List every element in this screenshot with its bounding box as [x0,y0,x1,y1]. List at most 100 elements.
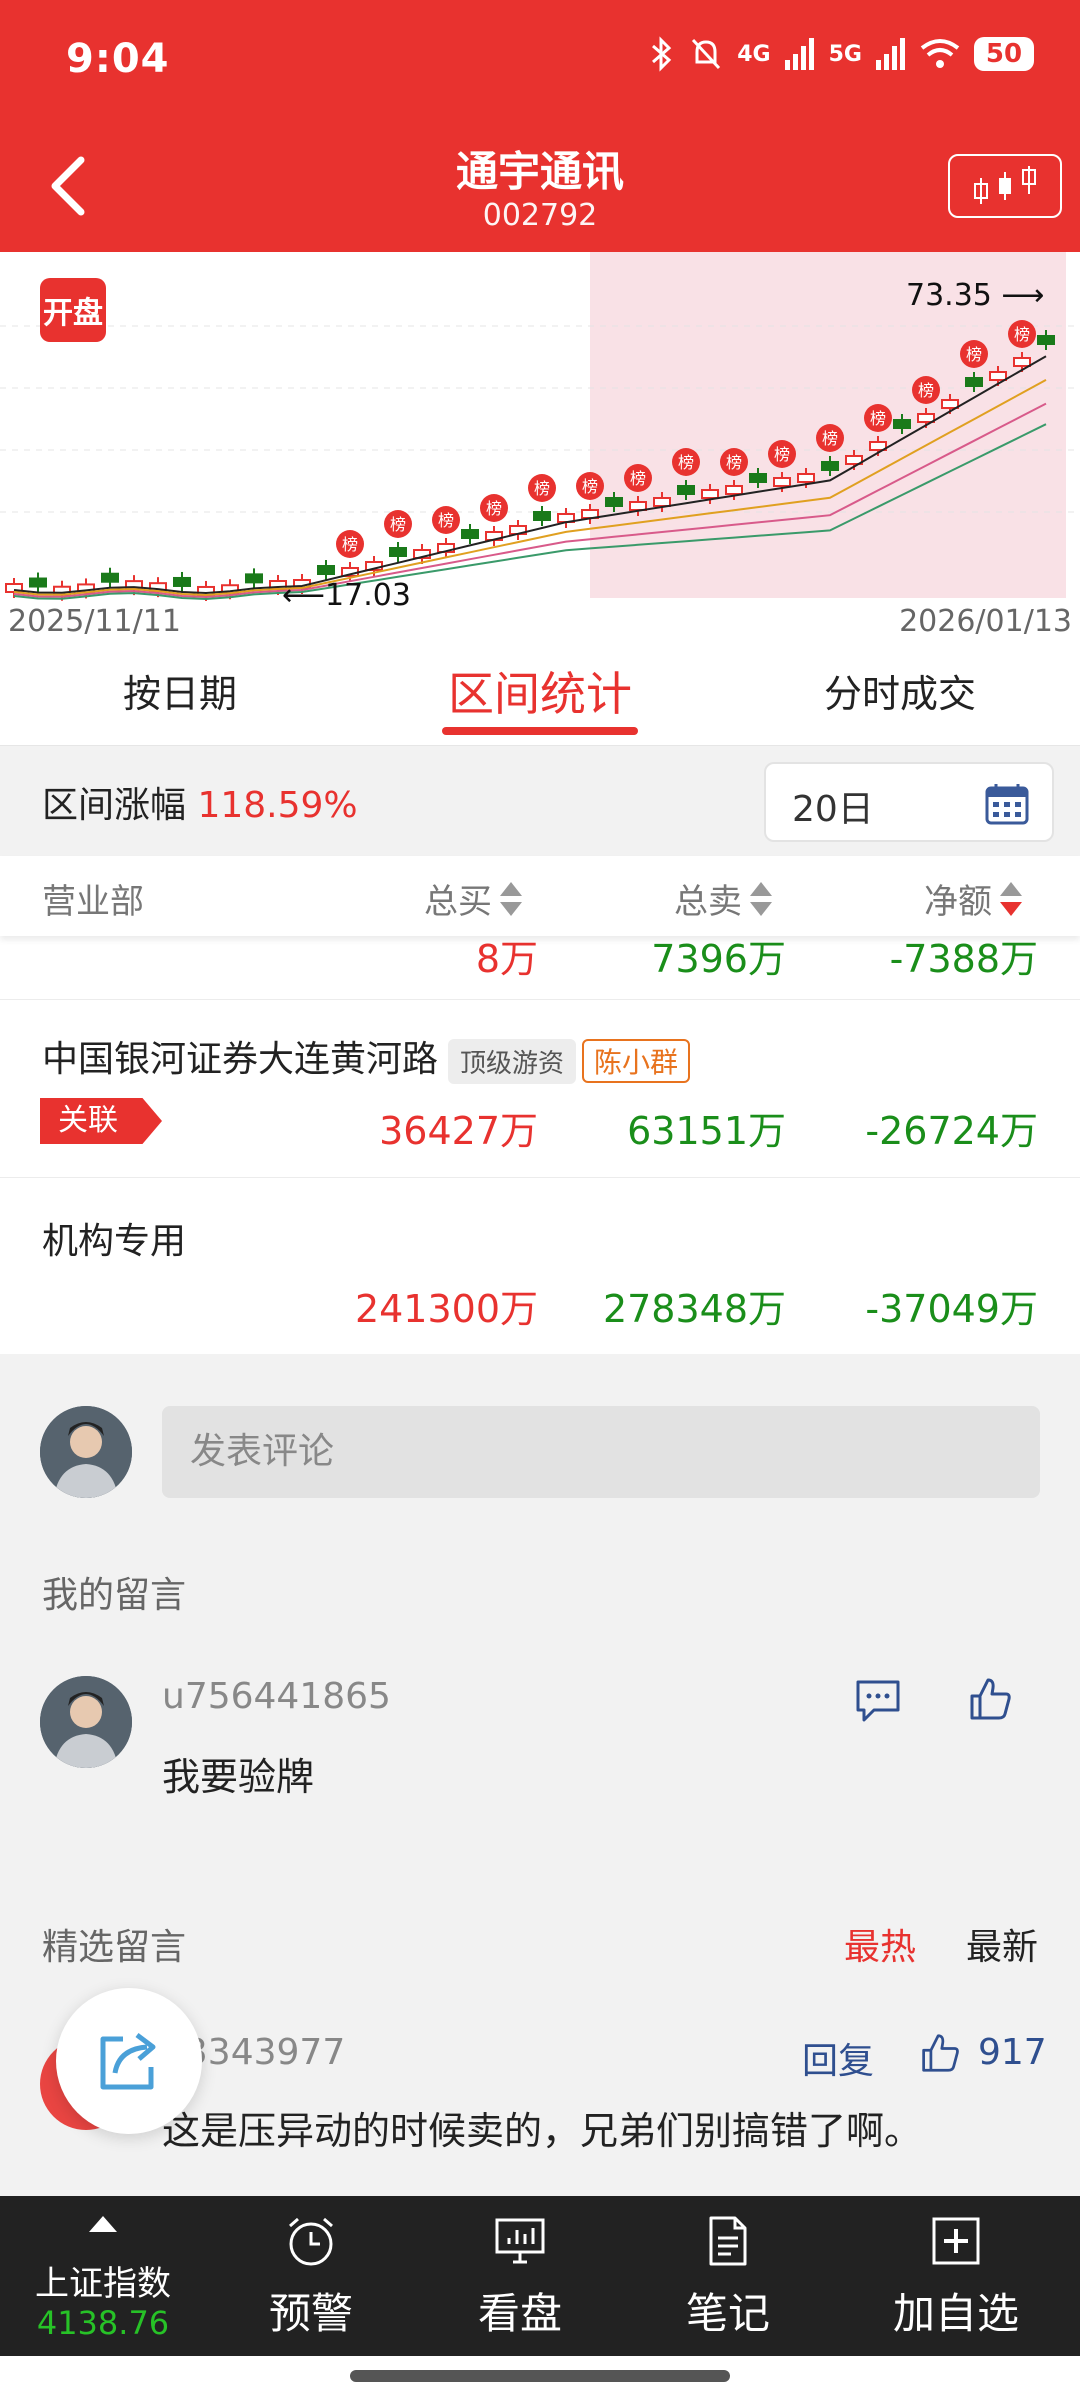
user-avatar-icon [40,1676,132,1768]
col-sell[interactable]: 总卖 [674,874,772,923]
rank-marker-label: 榜 [1014,325,1030,344]
rank-marker-label: 榜 [486,499,502,518]
table-row[interactable]: 中国银河证券大连黄河路 顶级游资 陈小群 关联 36427万 63151万 -267… [0,1000,1080,1178]
low-price-label: ⟵17.03 [282,578,411,613]
candle-body [653,497,671,507]
battery-indicator: 50 [974,37,1034,71]
candle-body [941,399,959,409]
candle-body [245,573,263,584]
alarm-clock-icon [289,2217,333,2266]
tab-time-trades[interactable]: 分时成交 [720,642,1080,745]
candle-body [1037,335,1055,345]
network-5g-label: 5G [828,41,862,67]
my-comments-title: 我的留言 [42,1575,187,1616]
end-date: 2026/01/13 [899,604,1072,639]
candle-body [101,572,119,583]
network-4g-label: 4G [737,41,771,67]
range-summary: 区间涨幅 118.59% 20日 [0,746,1080,856]
candle-body [677,485,695,495]
tab-range-stats[interactable]: 区间统计 [360,642,720,745]
candle-body [461,529,479,539]
buy-cell: 36427万 [379,1109,538,1153]
open-badge: 开盘 [40,278,106,342]
sort-new-button[interactable]: 最新 [966,1918,1038,1970]
candle-body [725,485,743,495]
avatar[interactable] [40,1676,132,1768]
table-header: 营业部 总买 总卖 净额 [0,856,1080,936]
rank-marker-label: 榜 [966,345,982,364]
comment-username[interactable]: u756441865 [162,1676,391,1717]
index-ticker[interactable]: 上证指数 4138.76 [0,2196,206,2356]
reply-button[interactable]: 回复 [802,2032,874,2084]
system-gesture-area [0,2356,1080,2400]
like-icon[interactable] [968,1676,1012,1722]
wifi-icon [920,39,960,68]
like-count: 917 [978,2032,1047,2073]
dept-name: 中国银河证券大连黄河路 顶级游资 陈小群 [42,1030,691,1084]
candle-body [797,473,815,483]
range-period-select[interactable]: 20日 [764,762,1054,842]
net-cell: -26724万 [865,1109,1038,1153]
rank-marker-label: 榜 [726,453,742,472]
avatar[interactable] [40,1406,132,1498]
rank-marker-label: 榜 [534,479,550,498]
candle-body [749,473,767,483]
range-change-label: 区间涨幅 118.59% [42,785,358,826]
signal-icon-2 [876,38,905,70]
nav-add-watchlist[interactable]: 加自选 [832,2196,1080,2356]
stock-code: 002792 [482,198,598,233]
rank-marker-label: 榜 [918,381,934,400]
top-bar: 9:04 4G 5G 50 通宇通讯 002792 [0,0,1080,252]
seat-table: 8万 7396万 -7388万 中国银河证券大连黄河路 顶级游资 陈小群 关联 36… [0,936,1080,1354]
rank-marker-label: 榜 [630,469,646,488]
trader-name-tag[interactable]: 陈小群 [582,1039,691,1083]
share-float-button[interactable] [56,1988,202,2134]
col-dept: 营业部 [42,882,144,922]
candle-body [893,419,911,429]
index-name: 上证指数 [35,2264,171,2304]
sort-hot-button[interactable]: 最热 [844,1918,916,1970]
candle-body [821,461,839,471]
reply-icon[interactable] [854,1678,902,1724]
home-indicator[interactable] [350,2370,730,2382]
candle-body [173,576,191,587]
col-net[interactable]: 净额 [924,874,1022,923]
col-buy[interactable]: 总买 [424,874,522,923]
nav-notes[interactable]: 笔记 [624,2196,832,2356]
sort-desc-icon [1000,881,1022,916]
add-square-icon [932,2217,980,2265]
like-icon[interactable] [920,2032,960,2074]
price-chart[interactable]: 榜榜榜榜榜榜榜榜榜榜榜榜榜榜榜 开盘 73.35 ⟶ ⟵17.03 2025/1… [0,252,1080,642]
nav-alert[interactable]: 预警 [206,2196,416,2356]
buy-cell: 8万 [475,937,538,981]
kline-toggle-button[interactable] [948,154,1062,218]
related-tag[interactable]: 关联 [40,1098,162,1144]
table-row[interactable]: 8万 7396万 -7388万 [0,936,1080,1000]
rank-marker-label: 榜 [390,515,406,534]
candle-body [605,497,623,507]
rank-marker-label: 榜 [678,453,694,472]
candle-body [317,565,335,575]
buy-cell: 241300万 [354,1287,538,1331]
start-date: 2025/11/11 [8,604,181,639]
candle-body [533,511,551,521]
expand-up-icon [89,2216,117,2232]
sell-cell: 278348万 [602,1287,786,1331]
nav-watch[interactable]: 看盘 [416,2196,624,2356]
sell-cell: 63151万 [627,1109,786,1153]
rank-marker-label: 榜 [822,429,838,448]
candle-body [917,413,935,423]
table-row[interactable]: 机构专用 241300万 278348万 -37049万 [0,1178,1080,1354]
rank-marker-label: 榜 [342,535,358,554]
candle-body [989,371,1007,381]
tab-by-date[interactable]: 按日期 [0,642,360,745]
candle-body [29,577,47,588]
net-cell: -37049万 [865,1287,1038,1331]
rank-marker-label: 榜 [870,409,886,428]
comment-input[interactable]: 发表评论 [162,1406,1040,1498]
trader-tag: 顶级游资 [448,1038,577,1084]
rank-marker-label: 榜 [582,477,598,496]
document-icon [709,2216,747,2266]
page-title: 通宇通讯 [455,147,624,196]
user-avatar-icon [40,1406,132,1498]
